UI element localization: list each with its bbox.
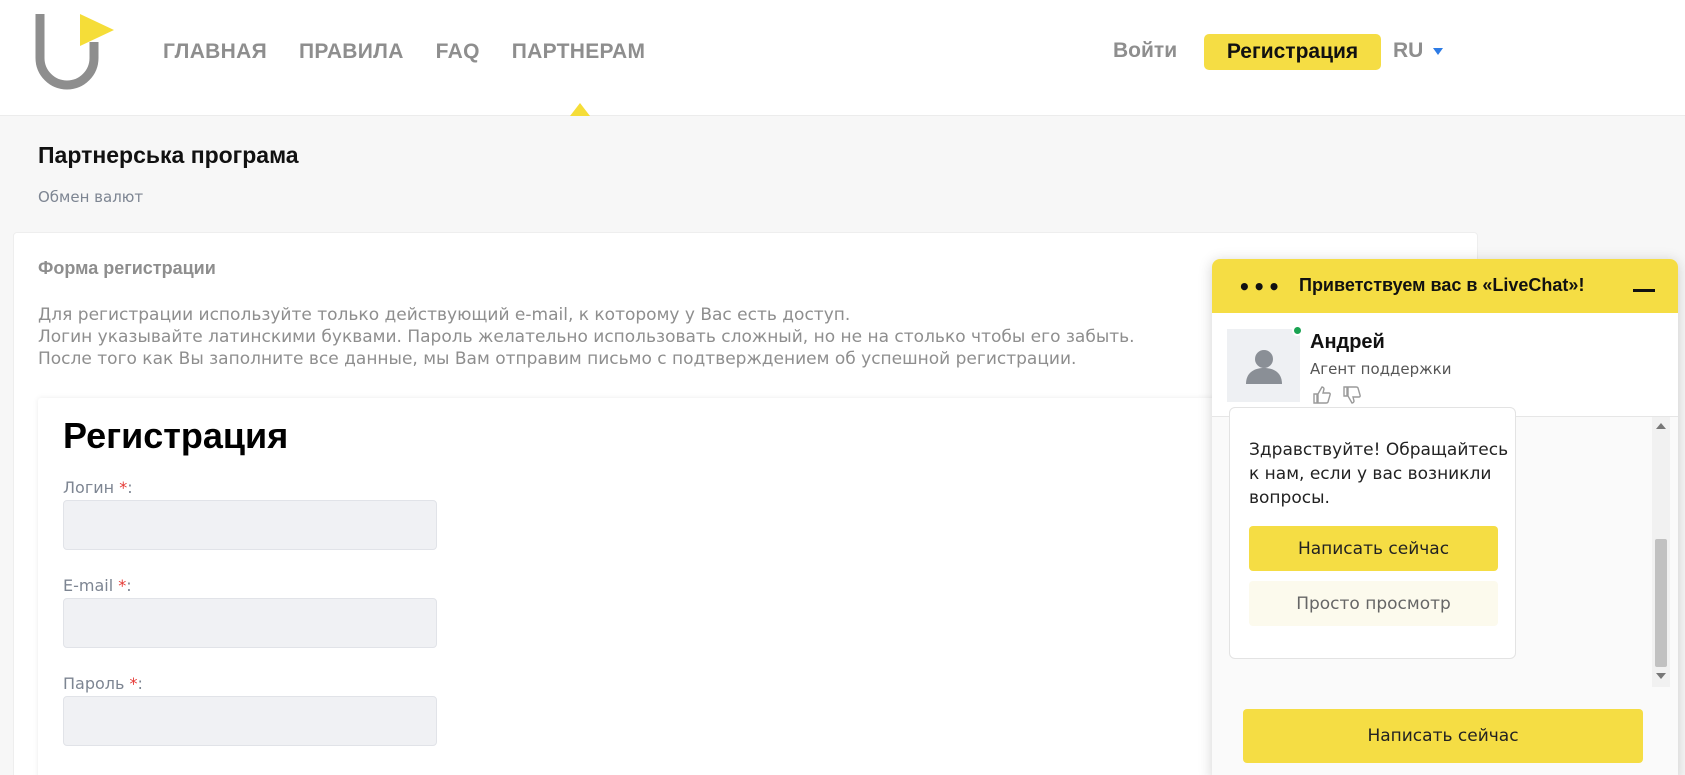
online-status-icon [1292, 325, 1303, 336]
required-mark: * [129, 674, 138, 693]
field-label-text: Пароль [63, 674, 125, 693]
chat-body: Здравствуйте! Обращайтесь к нам, если у … [1212, 407, 1678, 775]
avatar [1227, 329, 1300, 402]
user-icon [1245, 349, 1282, 384]
write-now-button[interactable]: Написать сейчас [1249, 526, 1498, 571]
field-label-text: Логин [63, 478, 115, 497]
instruction-line: Для регистрации используйте только дейст… [38, 305, 851, 325]
scroll-down-icon[interactable] [1656, 673, 1666, 679]
main-nav: ГЛАВНАЯ ПРАВИЛА FAQ ПАРТНЕРАМ [163, 40, 645, 64]
chat-scrollbar[interactable] [1652, 417, 1670, 687]
greeting-message: Здравствуйте! Обращайтесь к нам, если у … [1229, 407, 1516, 659]
write-now-bottom-button[interactable]: Написать сейчас [1243, 709, 1643, 763]
chat-title: Приветствуем вас в «LiveChat»! [1299, 275, 1585, 295]
just-browse-button[interactable]: Просто просмотр [1249, 581, 1498, 626]
registration-instructions: Для регистрации используйте только дейст… [38, 304, 1135, 370]
livechat-widget: ••• Приветствуем вас в «LiveChat»! Андре… [1212, 259, 1678, 775]
scroll-thumb[interactable] [1655, 539, 1667, 667]
more-options-icon[interactable]: ••• [1238, 275, 1282, 299]
agent-bar: Андрей Агент поддержки [1212, 313, 1678, 417]
nav-home[interactable]: ГЛАВНАЯ [163, 40, 267, 64]
instruction-line: После того как Вы заполните все данные, … [38, 349, 1077, 369]
email-input[interactable] [63, 598, 437, 648]
registration-title: Регистрация [63, 415, 289, 456]
nav-partners[interactable]: ПАРТНЕРАМ [512, 40, 646, 64]
breadcrumb[interactable]: Обмен валют [38, 188, 143, 206]
register-button[interactable]: Регистрация [1204, 34, 1381, 70]
language-select[interactable]: RU [1393, 39, 1444, 63]
logo[interactable] [34, 14, 116, 92]
site-header: ГЛАВНАЯ ПРАВИЛА FAQ ПАРТНЕРАМ Войти Реги… [0, 0, 1685, 116]
login-link[interactable]: Войти [1113, 39, 1177, 63]
thumbs-down-icon[interactable] [1342, 385, 1362, 405]
thumbs-up-icon[interactable] [1312, 385, 1332, 405]
nav-rules[interactable]: ПРАВИЛА [299, 40, 404, 64]
minimize-icon[interactable] [1633, 289, 1655, 292]
rating-buttons [1312, 385, 1362, 405]
language-value: RU [1393, 39, 1424, 62]
login-label: Логин *: [63, 478, 133, 497]
scroll-up-icon[interactable] [1656, 423, 1666, 429]
message-text: Здравствуйте! Обращайтесь к нам, если у … [1249, 440, 1509, 508]
page-title: Партнерська програма [38, 142, 299, 168]
password-label: Пароль *: [63, 674, 143, 693]
chat-header: ••• Приветствуем вас в «LiveChat»! [1212, 259, 1678, 313]
password-input[interactable] [63, 696, 437, 746]
nav-faq[interactable]: FAQ [436, 40, 480, 64]
instruction-line: Логин указывайте латинскими буквами. Пар… [38, 327, 1135, 347]
field-label-text: E-mail [63, 576, 114, 595]
email-label: E-mail *: [63, 576, 132, 595]
agent-role: Агент поддержки [1310, 360, 1452, 378]
active-nav-indicator [570, 103, 590, 116]
agent-name: Андрей [1310, 331, 1385, 353]
required-mark: * [119, 478, 128, 497]
form-heading: Форма регистрации [38, 258, 216, 278]
caret-down-icon [1433, 47, 1444, 55]
required-mark: * [118, 576, 127, 595]
login-input[interactable] [63, 500, 437, 550]
